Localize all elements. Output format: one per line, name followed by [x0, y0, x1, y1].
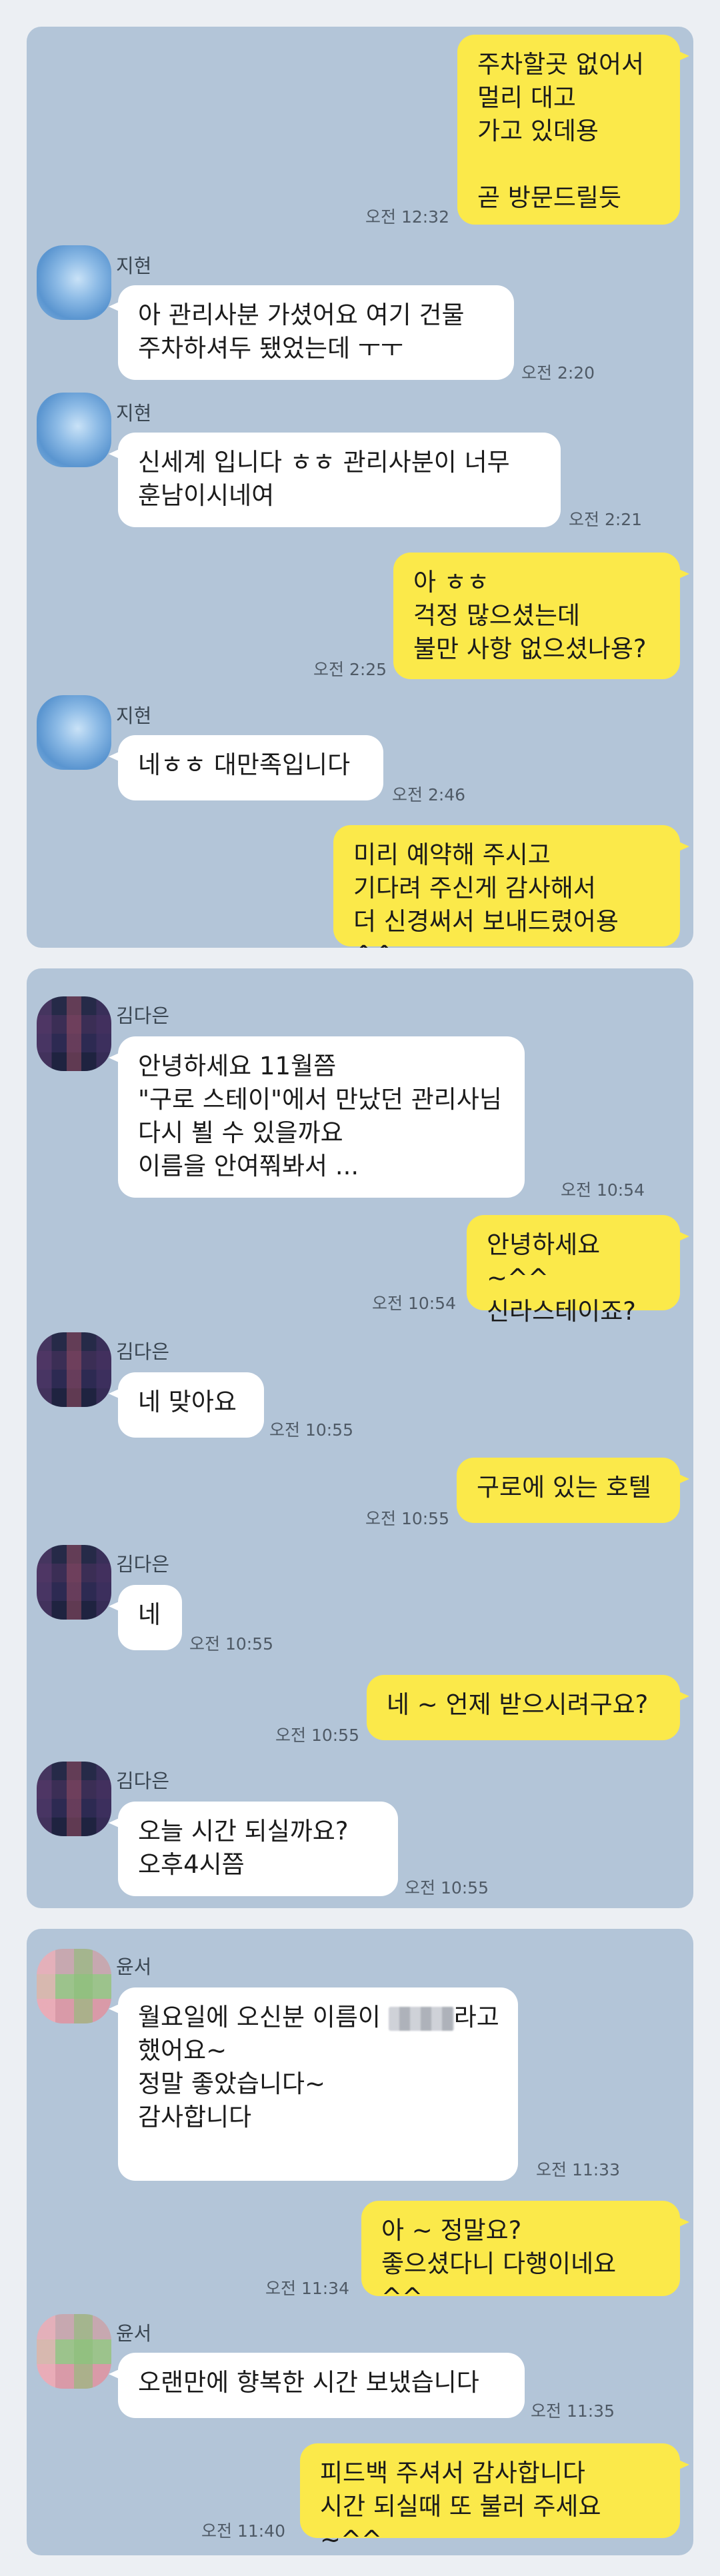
message-line: 월요일에 오신분 이름이 라고 — [138, 2001, 499, 2034]
avatar[interactable] — [37, 1949, 111, 2023]
message-time: 오전 11:35 — [531, 2401, 615, 2421]
chat-panel-3: 윤서 월요일에 오신분 이름이 라고 했어요~ 정말 좋았습니다~ 감사합니다 … — [27, 1929, 693, 2555]
message-bubble-other[interactable]: 네 — [109, 1585, 182, 1650]
message-time: 오전 10:55 — [189, 1634, 273, 1654]
message-time: 오전 10:54 — [372, 1294, 456, 1313]
message-time: 오전 10:54 — [561, 1180, 645, 1200]
message-bubble-other[interactable]: 월요일에 오신분 이름이 라고 했어요~ 정말 좋았습니다~ 감사합니다 — [109, 1987, 518, 2181]
avatar[interactable] — [37, 1762, 111, 1836]
sender-name: 지현 — [116, 704, 152, 727]
avatar[interactable] — [37, 2314, 111, 2389]
message-bubble-other[interactable]: 아 관리사분 가셨어요 여기 건물 주차하셔두 됐었는데 ㅜㅜ — [109, 285, 514, 380]
message-bubble-mine[interactable]: 구로에 있는 호텔 — [457, 1458, 689, 1523]
message-time: 오전 2:46 — [392, 785, 466, 804]
message-bubble-other[interactable]: 오랜만에 향복한 시간 보냈습니다 — [109, 2353, 525, 2418]
sender-name: 김다은 — [116, 1553, 170, 1576]
sender-name: 지현 — [116, 255, 152, 277]
message-time: 오전 11:34 — [265, 2279, 349, 2298]
sender-name: 윤서 — [116, 2322, 152, 2345]
sender-name: 김다은 — [116, 1004, 170, 1027]
message-time: 오전 2:25 — [313, 660, 387, 679]
censored-name — [388, 2006, 454, 2031]
chat-panel-1: 주차할곳 없어서 멀리 대고 가고 있데용 곧 방문드릴듯 오전 12:32 지… — [27, 27, 693, 948]
sender-name: 김다은 — [116, 1770, 170, 1792]
message-time: 오전 10:55 — [275, 1726, 359, 1745]
message-bubble-other[interactable]: 안녕하세요 11월쯤 "구로 스테이"에서 만났던 관리사님 다시 뵐 수 있을… — [109, 1036, 525, 1198]
message-bubble-mine[interactable]: 아 ㅎㅎ 걱정 많으셨는데 불만 사항 없으셨나용? — [393, 553, 689, 679]
message-bubble-mine[interactable]: 주차할곳 없어서 멀리 대고 가고 있데용 곧 방문드릴듯 — [457, 35, 689, 225]
sender-name: 윤서 — [116, 1955, 152, 1978]
message-bubble-mine[interactable]: 미리 예약해 주시고 기다려 주신게 감사해서 더 신경써서 보내드렸어용 ^^ — [333, 825, 689, 948]
message-time: 오전 11:40 — [201, 2521, 285, 2541]
message-bubble-mine[interactable]: 안녕하세요 ~^^ 신라스테이죠? — [467, 1215, 689, 1326]
message-bubble-other[interactable]: 네 맞아요 — [109, 1372, 264, 1438]
message-time: 오전 10:55 — [269, 1420, 353, 1440]
avatar[interactable] — [37, 245, 111, 320]
message-text: 했어요~ 정말 좋았습니다~ 감사합니다 — [138, 2036, 326, 2131]
message-bubble-other[interactable]: 네ㅎㅎ 대만족입니다 — [109, 735, 383, 800]
avatar[interactable] — [37, 695, 111, 770]
message-time: 오전 2:21 — [569, 510, 643, 529]
avatar[interactable] — [37, 996, 111, 1071]
sender-name: 김다은 — [116, 1340, 170, 1363]
message-text: 라고 — [453, 2003, 499, 2031]
message-text: 월요일에 오신분 이름이 — [138, 2003, 389, 2031]
message-bubble-mine[interactable]: 네 ~ 언제 받으시려구요? — [367, 1675, 689, 1740]
chat-panel-2: 김다은 안녕하세요 11월쯤 "구로 스테이"에서 만났던 관리사님 다시 뵐 … — [27, 968, 693, 1908]
message-time: 오전 10:55 — [365, 1509, 449, 1528]
message-bubble-mine[interactable]: 아 ~ 정말요? 좋으셨다니 다행이네요 ^^ — [361, 2201, 689, 2311]
message-bubble-mine[interactable]: 피드백 주셔서 감사합니다 시간 되실때 또 불러 주세요 ~^^ — [300, 2443, 689, 2554]
message-time: 오전 12:32 — [365, 207, 449, 227]
message-bubble-other[interactable]: 오늘 시간 되실까요? 오후4시쯤 — [109, 1802, 398, 1896]
avatar[interactable] — [37, 1332, 111, 1407]
avatar[interactable] — [37, 393, 111, 467]
message-time: 오전 11:33 — [536, 2160, 620, 2179]
sender-name: 지현 — [116, 402, 152, 425]
avatar[interactable] — [37, 1545, 111, 1620]
message-bubble-other[interactable]: 신세계 입니다 ㅎㅎ 관리사분이 너무 훈남이시네여 — [109, 433, 561, 527]
message-time: 오전 2:20 — [521, 363, 595, 383]
message-time: 오전 10:55 — [405, 1878, 489, 1898]
